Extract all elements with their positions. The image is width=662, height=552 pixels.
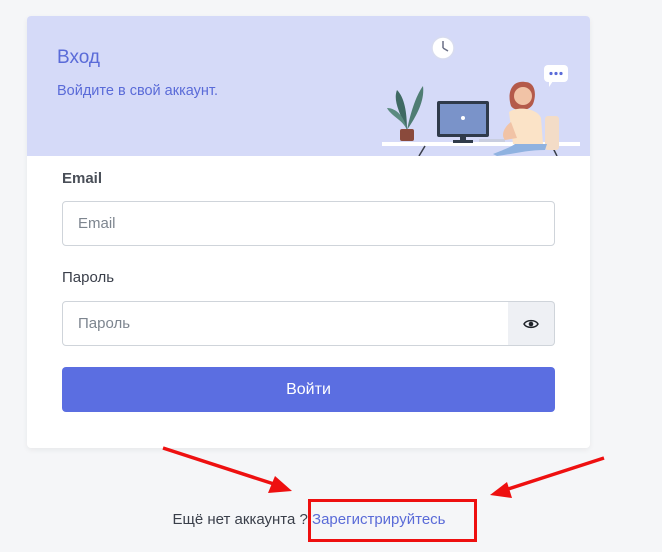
arrow-right [490,456,605,498]
clock-icon [431,36,455,60]
password-field[interactable] [62,301,509,346]
toggle-password-visibility-button[interactable] [508,301,555,346]
page-subtitle: Войдите в свой аккаунт. [57,83,218,99]
page-title: Вход [57,47,100,68]
eye-icon [523,319,539,328]
register-link[interactable]: Зарегистрируйтесь [312,511,445,528]
workspace-illustration [382,36,580,156]
password-label: Пароль [62,269,115,286]
login-button[interactable]: Войти [62,367,555,412]
plant-icon [387,86,424,141]
monitor-icon [437,101,489,143]
signup-prompt: Ещё нет аккаунта ? Зарегистрируйтесь [0,511,618,528]
arrow-left [162,446,292,493]
card-header: Вход Войдите в свой аккаунт. [27,16,590,156]
chat-bubble-icon [544,65,568,87]
email-label: Email [62,170,103,187]
signup-question: Ещё нет аккаунта ? [172,511,308,528]
email-field[interactable] [62,201,555,246]
login-card: Вход Войдите в свой аккаунт. Email Email… [27,16,590,448]
